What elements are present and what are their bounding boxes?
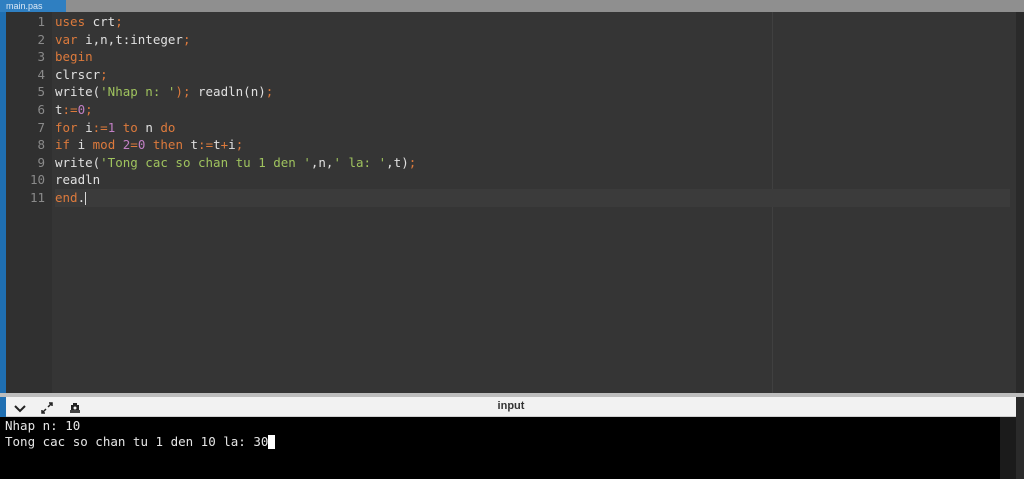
console-line: Nhap n: 10 <box>5 418 1000 434</box>
input-panel-header: input <box>6 397 1016 417</box>
code-token: ' la: ' <box>333 154 387 170</box>
code-token: i <box>70 137 93 153</box>
code-token: . <box>77 190 86 205</box>
code-area[interactable]: uses crt; var i,n,t:integer; begin clrscr; w… <box>55 12 1015 393</box>
line-number: 10 <box>29 172 45 188</box>
code-token: ,n, <box>310 154 334 170</box>
code-token: mod <box>92 137 116 153</box>
line-number: 2 <box>37 31 45 47</box>
code-token: ); <box>175 84 191 100</box>
code-token: i,n,t:integer <box>77 31 183 47</box>
code-token: i <box>77 119 93 135</box>
code-token: := <box>198 137 214 153</box>
code-token: := <box>62 102 78 117</box>
code-token: readln(n) <box>190 84 266 100</box>
tab-main-pas[interactable]: main.pas <box>0 0 66 12</box>
code-token: do <box>160 119 176 135</box>
code-token: readln <box>55 172 101 188</box>
tab-bar: main.pas <box>0 0 1024 12</box>
console-cursor <box>268 435 276 449</box>
code-token: to <box>115 119 138 135</box>
line-number: 5 <box>37 84 45 100</box>
code-token: ; <box>182 31 191 47</box>
console-side-area <box>1000 417 1016 479</box>
line-number: 9 <box>37 154 45 170</box>
code-token: ; <box>115 14 123 29</box>
code-line[interactable]: clrscr; <box>55 66 108 84</box>
code-token: var <box>55 31 78 47</box>
code-token: crt <box>85 14 116 29</box>
code-line[interactable]: begin <box>55 48 93 66</box>
code-editor[interactable]: 1 2 3 4 5 6 7 8 9 10 11 uses crt; var i,n,t:integer… <box>6 12 1016 393</box>
code-token: ,t) <box>386 154 409 170</box>
code-line[interactable]: if i mod 2=0 then t:=t+i; <box>55 136 243 154</box>
line-number: 4 <box>37 66 45 82</box>
code-token: write( <box>55 84 101 100</box>
code-token: n <box>137 119 161 135</box>
line-number: 7 <box>37 119 45 135</box>
code-line[interactable]: write('Nhap n: '); readln(n); <box>55 83 273 101</box>
code-token: uses <box>55 14 86 29</box>
code-token: t <box>55 102 63 117</box>
code-token: = <box>130 137 138 153</box>
code-token: ; <box>100 66 108 82</box>
code-token: if <box>55 137 71 153</box>
code-token: t <box>213 137 221 153</box>
code-token: end <box>55 190 78 205</box>
line-number: 1 <box>37 14 45 29</box>
code-line[interactable]: uses crt; <box>55 13 123 31</box>
code-token: i <box>228 137 236 153</box>
console-text: Tong cac so chan tu 1 den 10 la: 30 <box>5 434 269 449</box>
code-token: 'Tong cac so chan tu 1 den ' <box>100 154 311 170</box>
code-token: t <box>182 137 199 153</box>
code-line[interactable]: t:=0; <box>55 101 93 119</box>
line-number: 3 <box>37 49 45 65</box>
code-token: then <box>145 137 183 153</box>
line-number-gutter: 1 2 3 4 5 6 7 8 9 10 11 <box>6 12 52 393</box>
console-line: Tong cac so chan tu 1 den 10 la: 30 <box>5 434 1000 450</box>
console-output[interactable]: Nhap n: 10 Tong cac so chan tu 1 den 10 l… <box>0 417 1000 479</box>
text-cursor <box>85 192 87 205</box>
code-token: begin <box>55 49 93 65</box>
panel-title: input <box>497 400 525 412</box>
code-line[interactable]: write('Tong cac so chan tu 1 den ',n,' l… <box>55 154 416 172</box>
code-token: 'Nhap n: ' <box>100 84 176 100</box>
code-token: := <box>92 119 108 135</box>
console-text: Nhap n: 10 <box>5 418 81 433</box>
code-token: for <box>55 119 78 135</box>
code-line[interactable]: end. <box>55 189 1010 207</box>
code-token: ; <box>235 137 244 153</box>
line-number: 8 <box>37 137 45 153</box>
code-token: ; <box>85 102 93 117</box>
code-line[interactable]: for i:=1 to n do <box>55 119 175 137</box>
code-token: write( <box>55 154 101 170</box>
code-token: ; <box>265 84 274 100</box>
line-number: 11 <box>29 190 45 205</box>
code-token: clrscr <box>55 66 101 82</box>
code-token: 0 <box>77 102 86 117</box>
code-token: ; <box>408 154 417 170</box>
line-number: 6 <box>37 102 45 117</box>
code-line[interactable]: readln <box>55 171 100 189</box>
code-line[interactable]: var i,n,t:integer; <box>55 31 190 49</box>
